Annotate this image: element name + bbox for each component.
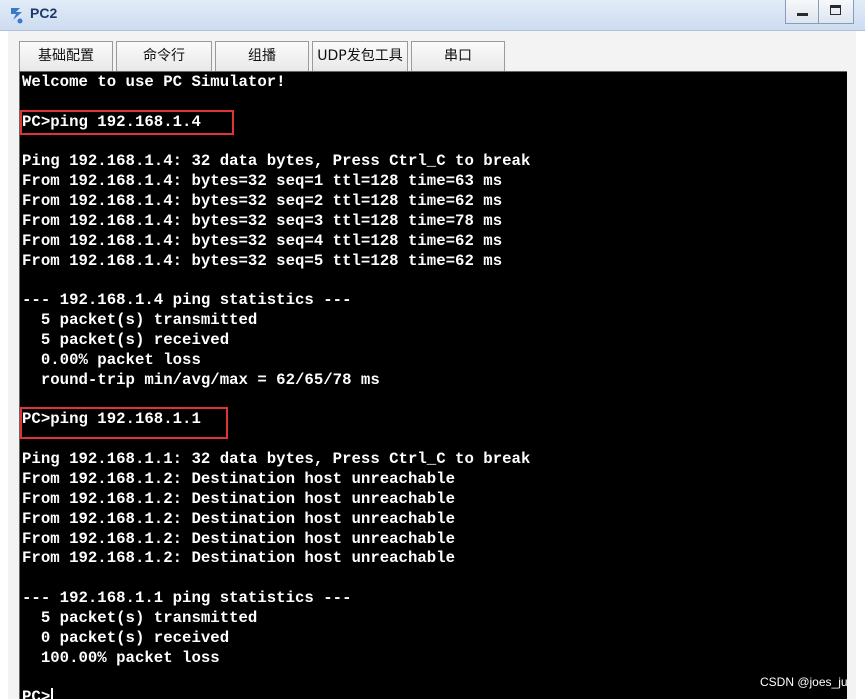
terminal-line: PC>ping 192.168.1.4 [22, 112, 201, 131]
tab-command-line[interactable]: 命令行 [116, 41, 212, 71]
tab-basic-config[interactable]: 基础配置 [19, 41, 113, 71]
maximize-icon [830, 5, 841, 15]
terminal-line: PC> [22, 687, 54, 699]
minimize-icon [797, 13, 808, 16]
terminal-line: From 192.168.1.2: Destination host unrea… [22, 489, 456, 508]
terminal-line: --- 192.168.1.4 ping statistics --- [22, 291, 352, 310]
maximize-button[interactable] [818, 0, 854, 24]
minimize-button[interactable] [785, 0, 819, 24]
terminal-line: From 192.168.1.4: bytes=32 seq=2 ttl=128… [22, 192, 503, 211]
terminal-line: Ping 192.168.1.4: 32 data bytes, Press C… [22, 152, 531, 171]
window-body: 基础配置 命令行 组播 UDP发包工具 串口 Welcome to use PC… [8, 31, 856, 699]
terminal-line: --- 192.168.1.1 ping statistics --- [22, 589, 352, 608]
terminal-line: From 192.168.1.4: bytes=32 seq=5 ttl=128… [22, 251, 503, 270]
terminal-line: Ping 192.168.1.1: 32 data bytes, Press C… [22, 450, 531, 469]
terminal-line: round-trip min/avg/max = 62/65/78 ms [22, 370, 380, 389]
terminal-line: From 192.168.1.4: bytes=32 seq=1 ttl=128… [22, 172, 503, 191]
text-cursor [51, 688, 54, 699]
terminal-line: From 192.168.1.2: Destination host unrea… [22, 549, 456, 568]
terminal-line: From 192.168.1.2: Destination host unrea… [22, 529, 456, 548]
terminal-line: PC>ping 192.168.1.1 [22, 410, 201, 429]
terminal-line: 0 packet(s) received [22, 628, 230, 647]
tab-bar: 基础配置 命令行 组播 UDP发包工具 串口 [8, 31, 856, 71]
terminal-line: 5 packet(s) received [22, 331, 230, 350]
terminal-line: 100.00% packet loss [22, 648, 220, 667]
window-title: PC2 [30, 5, 58, 21]
terminal-line: 5 packet(s) transmitted [22, 311, 258, 330]
terminal-line: From 192.168.1.4: bytes=32 seq=4 ttl=128… [22, 231, 503, 250]
pc-simulator-icon [8, 5, 26, 25]
title-bar: PC2 [0, 0, 865, 31]
terminal-line: From 192.168.1.4: bytes=32 seq=3 ttl=128… [22, 211, 503, 230]
tab-udp-tool[interactable]: UDP发包工具 [312, 41, 408, 71]
tab-serial-port[interactable]: 串口 [411, 41, 505, 71]
terminal-line: From 192.168.1.2: Destination host unrea… [22, 470, 456, 488]
terminal-line: 5 packet(s) transmitted [22, 608, 258, 627]
terminal-line: From 192.168.1.2: Destination host unrea… [22, 509, 456, 528]
terminal-console[interactable]: Welcome to use PC Simulator! PC>ping 192.… [19, 71, 847, 699]
terminal-line: 0.00% packet loss [22, 350, 201, 369]
tab-multicast[interactable]: 组播 [215, 41, 309, 71]
terminal-line: Welcome to use PC Simulator! [22, 73, 286, 91]
watermark: CSDN @joes_ju [760, 675, 848, 689]
